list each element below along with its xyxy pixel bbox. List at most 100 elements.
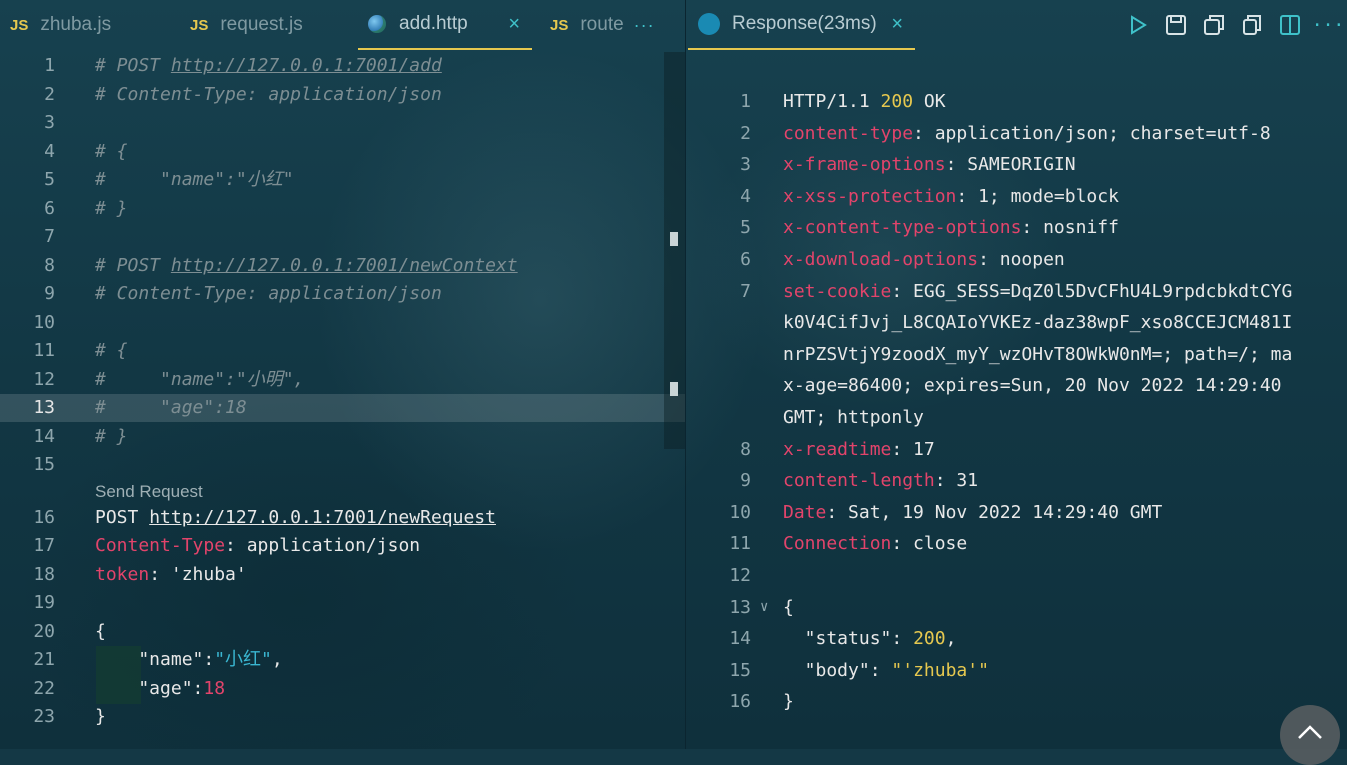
save-icon[interactable]: [1165, 14, 1187, 36]
code-token: 18: [203, 677, 226, 699]
code-line[interactable]: 16 POST http://127.0.0.1:7001/newRequest: [0, 504, 685, 532]
vertical-scrollbar[interactable]: [664, 52, 686, 449]
line-number: 9: [740, 470, 751, 492]
code-text: # {: [95, 138, 128, 166]
code-token: # {: [95, 340, 128, 361]
code-token: Content-Type: [95, 535, 226, 556]
line-number: 13: [33, 397, 55, 418]
response-token: : close: [891, 533, 968, 555]
pane-divider[interactable]: [685, 0, 686, 749]
code-line[interactable]: 11 # {: [0, 337, 685, 365]
response-token: x-download-options: [783, 249, 979, 270]
line-number: 4: [44, 140, 55, 162]
code-line[interactable]: 1 # POST http://127.0.0.1:7001/add: [0, 52, 685, 80]
code-line[interactable]: 12 # "name":"小明",: [0, 366, 685, 394]
close-icon[interactable]: ×: [508, 13, 520, 36]
line-number: 2: [740, 122, 751, 144]
line-number: 7: [44, 226, 55, 247]
copy-icon[interactable]: [1241, 14, 1263, 36]
response-token: {: [783, 596, 794, 618]
code-line[interactable]: 18 token: 'zhuba': [0, 561, 685, 589]
line-number: 5: [44, 169, 55, 190]
response-text: GMT; httponly: [783, 402, 924, 433]
js-file-icon: JS: [190, 16, 209, 34]
code-token[interactable]: http://127.0.0.1:7001/add: [171, 55, 442, 76]
code-line[interactable]: 22 "age":18: [0, 675, 685, 703]
response-text: content-length: 31: [783, 465, 978, 496]
line-number: 5: [740, 217, 751, 239]
run-icon[interactable]: [1127, 14, 1149, 36]
code-line[interactable]: 3: [0, 109, 685, 137]
response-text: k0V4CifJvj_L8CQAIoYVKEz-daz38wpF_xso8CCE…: [783, 307, 1292, 338]
send-request-codelens[interactable]: Send Request: [95, 482, 203, 502]
response-token: : 1; mode=block: [956, 185, 1119, 207]
line-number: 14: [729, 628, 751, 650]
response-token: Date: [783, 501, 827, 523]
response-pane: Response(23ms) × ··· 1 HTTP/1.1 200 OK 2 co…: [686, 0, 1347, 765]
code-line[interactable]: 8 # POST http://127.0.0.1:7001/newContext: [0, 252, 685, 280]
code-line[interactable]: 20 {: [0, 618, 685, 646]
tab-route[interactable]: JS route ···: [540, 0, 680, 50]
response-token: : SAMEORIGIN: [945, 154, 1076, 176]
code-line[interactable]: 7: [0, 223, 685, 251]
close-icon[interactable]: ×: [891, 13, 903, 36]
code-token: POST: [95, 506, 150, 528]
tab-zhuba-js[interactable]: JS zhuba.js: [0, 0, 175, 50]
response-text: HTTP/1.1 200 OK: [783, 86, 946, 117]
scrollbar-thumb[interactable]: [670, 232, 678, 246]
response-token: x-xss-protection: [783, 185, 957, 207]
line-number: 17: [33, 535, 55, 556]
response-token: :: [891, 628, 914, 650]
request-code-editor[interactable]: 1 # POST http://127.0.0.1:7001/add 2 # Cont…: [0, 50, 685, 749]
save-body-icon[interactable]: [1203, 14, 1225, 36]
chevron-up-icon: [1297, 721, 1323, 765]
response-token: k0V4CifJvj_L8CQAIoYVKEz-daz38wpF_xso8CCE…: [783, 312, 1293, 334]
code-line[interactable]: 14 # }: [0, 423, 685, 451]
tab-request-js[interactable]: JS request.js: [180, 0, 355, 50]
more-icon[interactable]: ···: [1312, 14, 1345, 36]
tab-add-http[interactable]: add.http ×: [358, 0, 532, 50]
code-line[interactable]: 5 # "name":"小红": [0, 166, 685, 194]
more-tabs-icon[interactable]: ···: [634, 15, 655, 36]
code-line[interactable]: 4 # {: [0, 138, 685, 166]
code-line[interactable]: 23}: [0, 703, 685, 731]
request-editor-pane: JS zhuba.js JS request.js add.http × JS …: [0, 0, 686, 749]
response-token: }: [783, 691, 794, 713]
code-text: # {: [95, 337, 128, 365]
code-token: # POST: [95, 254, 171, 276]
scroll-to-top-button[interactable]: [1280, 705, 1340, 765]
editor-toolbar: ···: [1127, 0, 1347, 50]
response-token: : nosniff: [1021, 217, 1119, 239]
response-viewer[interactable]: 1 HTTP/1.1 200 OK 2 content-type: applicati…: [686, 50, 1347, 749]
line-number: 3: [740, 154, 751, 176]
request-tab-bar: JS zhuba.js JS request.js add.http × JS …: [0, 0, 685, 50]
response-token: : Sat, 19 Nov 2022 14:29:40 GMT: [826, 501, 1163, 523]
tab-label: request.js: [220, 14, 303, 35]
tab-response[interactable]: Response(23ms) ×: [688, 0, 915, 50]
code-line[interactable]: 10: [0, 309, 685, 337]
code-text: POST http://127.0.0.1:7001/newRequest: [95, 504, 496, 532]
code-line[interactable]: 9 # Content-Type: application/json: [0, 280, 685, 308]
split-editor-icon[interactable]: [1279, 14, 1301, 36]
code-token[interactable]: http://127.0.0.1:7001/newRequest: [149, 507, 496, 528]
line-number: 1: [44, 55, 55, 76]
code-line[interactable]: 21 "name":"小红",: [0, 646, 685, 674]
code-line[interactable]: 15: [0, 451, 685, 479]
code-token[interactable]: http://127.0.0.1:7001/newContext: [171, 255, 518, 276]
code-line[interactable]: 6 # }: [0, 195, 685, 223]
response-text: "body": "'zhuba'": [783, 655, 989, 686]
response-token: : 17: [891, 438, 935, 460]
code-line[interactable]: 17 Content-Type: application/json: [0, 532, 685, 560]
response-token: OK: [913, 91, 946, 112]
line-number: 12: [33, 368, 55, 390]
line-number: 22: [33, 677, 55, 699]
line-number: 16: [729, 691, 751, 713]
code-line[interactable]: 13 # "age":18: [0, 394, 685, 422]
response-text: content-type: application/json; charset=…: [783, 118, 1271, 149]
code-token: # "age":18: [95, 397, 247, 418]
code-line[interactable]: 19: [0, 589, 685, 617]
line-number: 6: [44, 197, 55, 219]
code-line[interactable]: 2 # Content-Type: application/json: [0, 81, 685, 109]
code-token: :: [203, 649, 215, 670]
fold-chevron-icon[interactable]: ∨: [760, 592, 768, 623]
